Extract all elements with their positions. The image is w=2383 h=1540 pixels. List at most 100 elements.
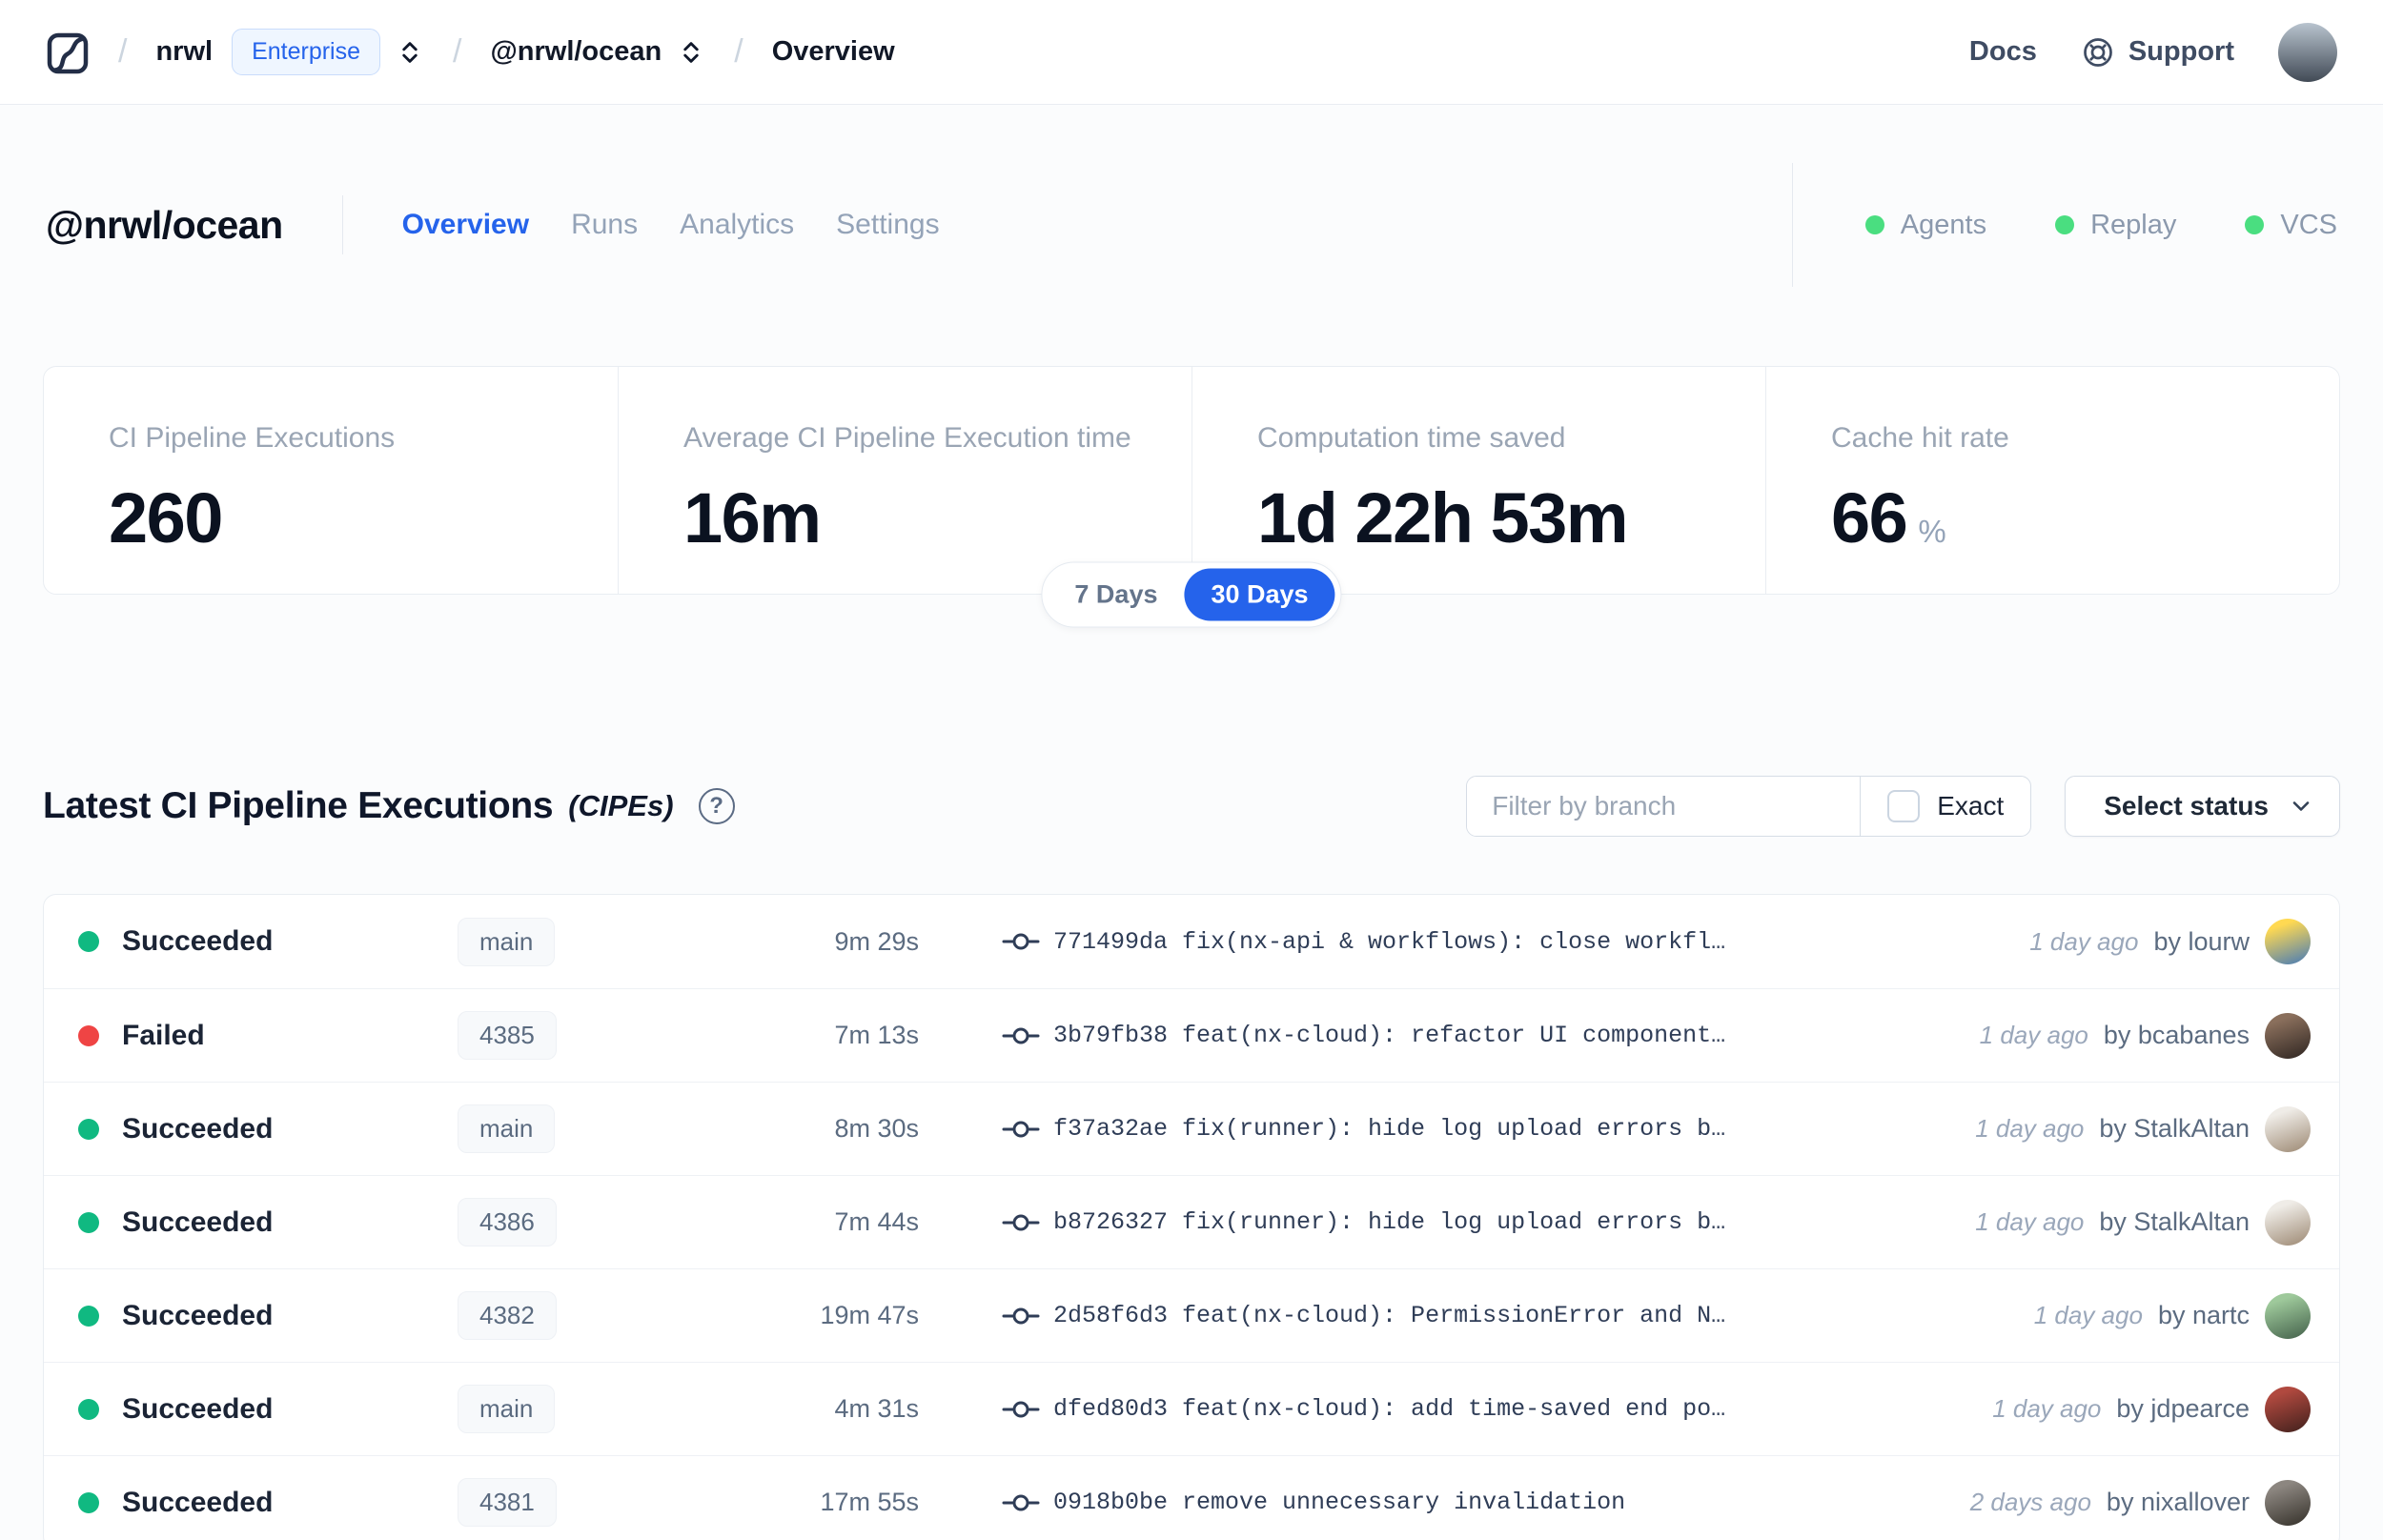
cipe-meta: 2 days ago by nixallover	[1970, 1479, 2339, 1526]
time-ago: 1 day ago	[2029, 926, 2139, 956]
author: by nixallover	[2106, 1488, 2250, 1516]
replay-label: Replay	[2090, 209, 2177, 240]
stat-value: 16m	[683, 478, 822, 557]
section-title: Latest CI Pipeline Executions	[43, 785, 554, 826]
cipe-row[interactable]: Succeeded 4386 7m 44s b8726327 fix(runne…	[44, 1175, 2339, 1268]
header-divider	[341, 195, 343, 254]
cipe-duration: 17m 55s	[820, 1488, 919, 1516]
docs-label: Docs	[1968, 36, 2037, 67]
exact-label: Exact	[1937, 791, 2005, 821]
branch-column: main	[458, 917, 667, 966]
help-icon[interactable]: ?	[698, 788, 735, 824]
branch-column: main	[458, 1385, 667, 1433]
service-vcs: VCS	[2245, 210, 2337, 241]
author: by bcabanes	[2103, 1021, 2250, 1049]
author: by StalkAltan	[2099, 1114, 2250, 1143]
section-title-suffix: (CIPEs)	[568, 789, 674, 822]
branch-badge[interactable]: 4385	[458, 1011, 557, 1060]
breadcrumb-workspace[interactable]: @nrwl/ocean	[490, 36, 662, 68]
workspace-tabs: Overview Runs Analytics Settings	[402, 209, 940, 241]
commit-message[interactable]: f37a32ae fix(runner): hide log upload er…	[1053, 1115, 1725, 1143]
range-option-30-days[interactable]: 30 Days	[1184, 568, 1335, 621]
time-ago: 1 day ago	[1975, 1114, 2085, 1143]
stat-label: CI Pipeline Executions	[109, 422, 396, 454]
author-avatar	[2265, 1012, 2311, 1059]
status-select-label: Select status	[2104, 791, 2269, 821]
author: by nartc	[2157, 1301, 2250, 1329]
cipe-row[interactable]: Succeeded 4382 19m 47s 2d58f6d3 feat(nx-…	[44, 1268, 2339, 1362]
cipe-row[interactable]: Succeeded main 9m 29s 771499da fix(nx-ap…	[44, 895, 2339, 988]
range-option-7-days[interactable]: 7 Days	[1048, 569, 1184, 621]
status-dot-icon	[78, 1211, 99, 1233]
vcs-label: VCS	[2280, 209, 2337, 240]
breadcrumb-separator: /	[453, 33, 462, 70]
top-nav: / nrwl Enterprise / @nrwl/ocean / Overvi…	[0, 0, 2383, 105]
cipe-meta: 1 day ago by bcabanes	[1979, 1012, 2339, 1059]
git-commit-icon	[1002, 1117, 1040, 1142]
cipe-duration: 7m 44s	[834, 1207, 919, 1236]
lifebuoy-icon	[2081, 35, 2115, 70]
nx-cloud-logo-icon[interactable]	[46, 29, 90, 76]
cipe-row[interactable]: Succeeded main 4m 31s dfed80d3 feat(nx-c…	[44, 1362, 2339, 1455]
branch-badge[interactable]: 4381	[458, 1478, 557, 1527]
cipe-status: Succeeded	[122, 1299, 274, 1331]
support-link[interactable]: Support	[2081, 35, 2234, 70]
branch-badge[interactable]: main	[458, 917, 556, 966]
cipe-duration: 8m 30s	[834, 1114, 919, 1143]
author-avatar	[2265, 1479, 2311, 1526]
author-avatar	[2265, 1292, 2311, 1339]
branch-filter-input[interactable]	[1467, 777, 1861, 836]
commit-column: 3b79fb38 feat(nx-cloud): refactor UI com…	[1002, 1022, 1725, 1049]
docs-link[interactable]: Docs	[1969, 36, 2037, 68]
author-avatar	[2265, 1105, 2311, 1152]
git-commit-icon	[1002, 1304, 1040, 1328]
exact-toggle: Exact	[1860, 777, 2030, 836]
cipe-status: Succeeded	[122, 925, 274, 957]
branch-badge[interactable]: 4386	[458, 1198, 557, 1246]
commit-message[interactable]: 0918b0be remove unnecessary invalidation	[1053, 1489, 1625, 1516]
commit-message[interactable]: 3b79fb38 feat(nx-cloud): refactor UI com…	[1053, 1022, 1725, 1049]
tab-analytics[interactable]: Analytics	[680, 209, 794, 241]
breadcrumb-org[interactable]: nrwl	[155, 36, 213, 68]
tab-overview[interactable]: Overview	[402, 209, 529, 241]
status-select-dropdown[interactable]: Select status	[2065, 776, 2340, 837]
author: by lourw	[2153, 926, 2250, 956]
exact-checkbox[interactable]	[1887, 790, 1921, 822]
tab-settings[interactable]: Settings	[836, 209, 939, 241]
commit-message[interactable]: 2d58f6d3 feat(nx-cloud): PermissionError…	[1053, 1302, 1725, 1329]
stat-suffix: %	[1918, 514, 1946, 549]
branch-column: main	[458, 1104, 667, 1153]
org-switcher-chevron-icon[interactable]	[396, 38, 424, 67]
stat-label: Cache hit rate	[1831, 422, 2009, 454]
page-title: @nrwl/ocean	[46, 202, 283, 247]
commit-column: 0918b0be remove unnecessary invalidation	[1002, 1489, 1625, 1516]
status-dot-icon	[78, 1491, 99, 1513]
cipe-row[interactable]: Failed 4385 7m 13s 3b79fb38 feat(nx-clou…	[44, 988, 2339, 1082]
git-commit-icon	[1002, 1397, 1040, 1422]
commit-message[interactable]: 771499da fix(nx-api & workflows): close …	[1053, 928, 1725, 956]
branch-badge[interactable]: 4382	[458, 1291, 557, 1340]
git-commit-icon	[1002, 1490, 1040, 1515]
tab-runs[interactable]: Runs	[571, 209, 638, 241]
stat-card-average-execution-time: Average CI Pipeline Execution time 16m	[618, 367, 1192, 594]
cipe-row[interactable]: Succeeded main 8m 30s f37a32ae fix(runne…	[44, 1082, 2339, 1175]
author-avatar	[2265, 1386, 2311, 1432]
user-avatar[interactable]	[2278, 22, 2337, 82]
cipe-row[interactable]: Succeeded 4381 17m 55s 0918b0be remove u…	[44, 1455, 2339, 1540]
branch-column: 4382	[458, 1291, 667, 1340]
time-ago: 1 day ago	[1979, 1021, 2088, 1049]
commit-message[interactable]: dfed80d3 feat(nx-cloud): add time-saved …	[1053, 1395, 1725, 1423]
author-avatar	[2265, 1199, 2311, 1246]
cipe-section-header: Latest CI Pipeline Executions (CIPEs) ? …	[0, 776, 2383, 837]
cipe-meta: 1 day ago by StalkAltan	[1975, 1199, 2339, 1246]
cipe-meta: 1 day ago by StalkAltan	[1975, 1105, 2339, 1152]
commit-message[interactable]: b8726327 fix(runner): hide log upload er…	[1053, 1208, 1725, 1236]
service-status-group: Agents Replay VCS	[1791, 163, 2337, 287]
branch-badge[interactable]: main	[458, 1104, 556, 1153]
breadcrumb-separator: /	[118, 33, 128, 70]
workspace-switcher-chevron-icon[interactable]	[677, 38, 705, 67]
cipe-status: Succeeded	[122, 1486, 274, 1518]
branch-badge[interactable]: main	[458, 1385, 556, 1433]
agents-label: Agents	[1900, 209, 1987, 240]
time-ago: 1 day ago	[1992, 1394, 2102, 1423]
